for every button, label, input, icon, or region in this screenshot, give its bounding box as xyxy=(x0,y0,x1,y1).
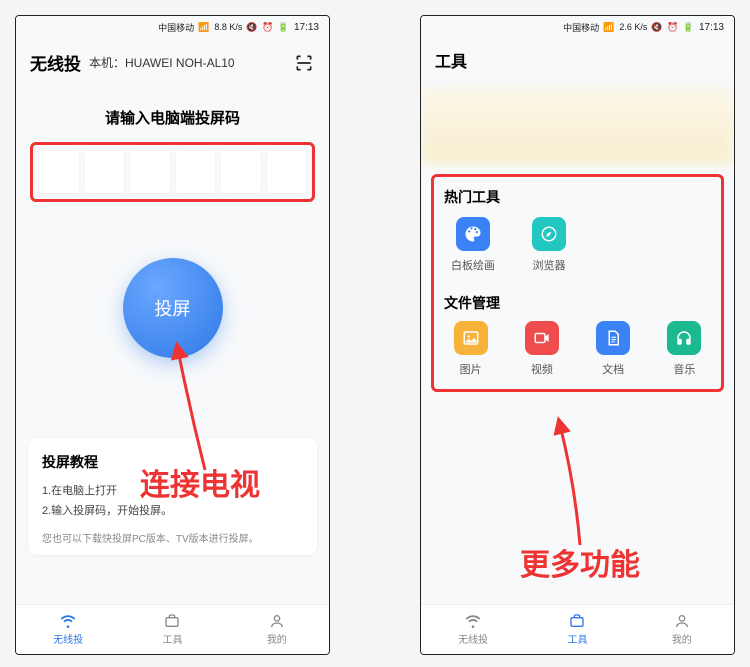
wifi-icon xyxy=(465,613,481,629)
hot-tools-title: 热门工具 xyxy=(444,183,711,215)
image-icon xyxy=(454,321,488,355)
status-bar: 中国移动 📶 8.8 K/s 🔇 ⏰ 🔋 17:13 xyxy=(16,16,329,38)
code-digit[interactable] xyxy=(130,151,170,193)
tutorial-line: 1.在电脑上打开 xyxy=(42,482,303,502)
tool-pictures[interactable]: 图片 xyxy=(444,321,497,377)
code-input-row xyxy=(30,142,315,202)
nav-wireless[interactable]: 无线投 xyxy=(421,605,525,654)
tool-music[interactable]: 音乐 xyxy=(658,321,711,377)
briefcase-icon xyxy=(569,613,585,629)
nav-label: 无线投 xyxy=(53,631,83,646)
page-title: 无线投 xyxy=(30,50,81,75)
wifi-icon xyxy=(60,613,76,629)
palette-icon xyxy=(456,217,490,251)
briefcase-icon xyxy=(164,613,180,629)
nav-mine[interactable]: 我的 xyxy=(630,605,734,654)
nav-wireless[interactable]: 无线投 xyxy=(16,605,120,654)
rate-text: 8.8 K/s xyxy=(214,22,242,32)
nav-label: 无线投 xyxy=(458,631,488,646)
bottom-nav: 无线投 工具 我的 xyxy=(16,604,329,654)
nav-label: 我的 xyxy=(672,631,692,646)
status-bar: 中国移动 📶 2.6 K/s 🔇 ⏰ 🔋 17:13 xyxy=(421,16,734,38)
battery-icon: 🔇 ⏰ 🔋 xyxy=(246,22,290,33)
nav-tools[interactable]: 工具 xyxy=(120,605,224,654)
nav-label: 工具 xyxy=(162,631,182,646)
hot-tools-grid: 白板绘画 浏览器 xyxy=(444,215,711,273)
scan-icon[interactable] xyxy=(293,52,315,74)
tool-videos[interactable]: 视频 xyxy=(515,321,568,377)
headphones-icon xyxy=(667,321,701,355)
phone-left: 中国移动 📶 8.8 K/s 🔇 ⏰ 🔋 17:13 无线投 本机：HUAWEI… xyxy=(15,15,330,655)
tool-label: 文档 xyxy=(602,361,624,377)
bottom-nav: 无线投 工具 我的 xyxy=(421,604,734,654)
code-digit[interactable] xyxy=(39,151,79,193)
signal-icon: 📶 xyxy=(198,22,210,33)
phone-right: 中国移动 📶 2.6 K/s 🔇 ⏰ 🔋 17:13 工具 热门工具 白板绘画 … xyxy=(420,15,735,655)
user-icon xyxy=(269,613,285,629)
code-prompt: 请输入电脑端投屏码 xyxy=(30,107,315,128)
device-label: 本机：HUAWEI NOH-AL10 xyxy=(89,54,235,71)
clock: 17:13 xyxy=(294,22,319,33)
tool-docs[interactable]: 文档 xyxy=(587,321,640,377)
tutorial-title: 投屏教程 xyxy=(42,452,303,472)
tutorial-card: 投屏教程 1.在电脑上打开 2.输入投屏码，开始投屏。 您也可以下载快投屏PC版… xyxy=(28,438,317,555)
tool-label: 浏览器 xyxy=(533,257,566,273)
compass-icon xyxy=(532,217,566,251)
user-icon xyxy=(674,613,690,629)
cast-button[interactable]: 投屏 xyxy=(123,258,223,358)
nav-label: 我的 xyxy=(267,631,287,646)
code-digit[interactable] xyxy=(267,151,307,193)
carrier-text: 中国移动 xyxy=(563,21,599,34)
tutorial-hint: 您也可以下载快投屏PC版本、TV版本进行投屏。 xyxy=(42,530,303,545)
video-icon xyxy=(525,321,559,355)
tool-label: 音乐 xyxy=(673,361,695,377)
tutorial-line: 2.输入投屏码，开始投屏。 xyxy=(42,502,303,522)
rate-text: 2.6 K/s xyxy=(619,22,647,32)
nav-tools[interactable]: 工具 xyxy=(525,605,629,654)
file-mgmt-title: 文件管理 xyxy=(444,289,711,321)
document-icon xyxy=(596,321,630,355)
tool-label: 白板绘画 xyxy=(451,257,495,273)
code-section: 请输入电脑端投屏码 xyxy=(16,83,329,202)
file-tools-grid: 图片 视频 文档 音乐 xyxy=(444,321,711,377)
code-digit[interactable] xyxy=(85,151,125,193)
tool-browser[interactable]: 浏览器 xyxy=(520,217,578,273)
nav-label: 工具 xyxy=(567,631,587,646)
feature-banner[interactable] xyxy=(421,88,734,164)
code-digit[interactable] xyxy=(221,151,261,193)
tool-label: 视频 xyxy=(531,361,553,377)
signal-icon: 📶 xyxy=(603,22,615,33)
battery-icon: 🔇 ⏰ 🔋 xyxy=(651,22,695,33)
clock: 17:13 xyxy=(699,22,724,33)
page-header: 无线投 本机：HUAWEI NOH-AL10 xyxy=(16,38,329,83)
page-header: 工具 xyxy=(421,38,734,80)
tools-highlight-box: 热门工具 白板绘画 浏览器 文件管理 xyxy=(431,174,724,392)
tool-label: 图片 xyxy=(460,361,482,377)
tool-whiteboard[interactable]: 白板绘画 xyxy=(444,217,502,273)
page-title: 工具 xyxy=(435,54,467,71)
code-digit[interactable] xyxy=(176,151,216,193)
nav-mine[interactable]: 我的 xyxy=(225,605,329,654)
carrier-text: 中国移动 xyxy=(158,21,194,34)
